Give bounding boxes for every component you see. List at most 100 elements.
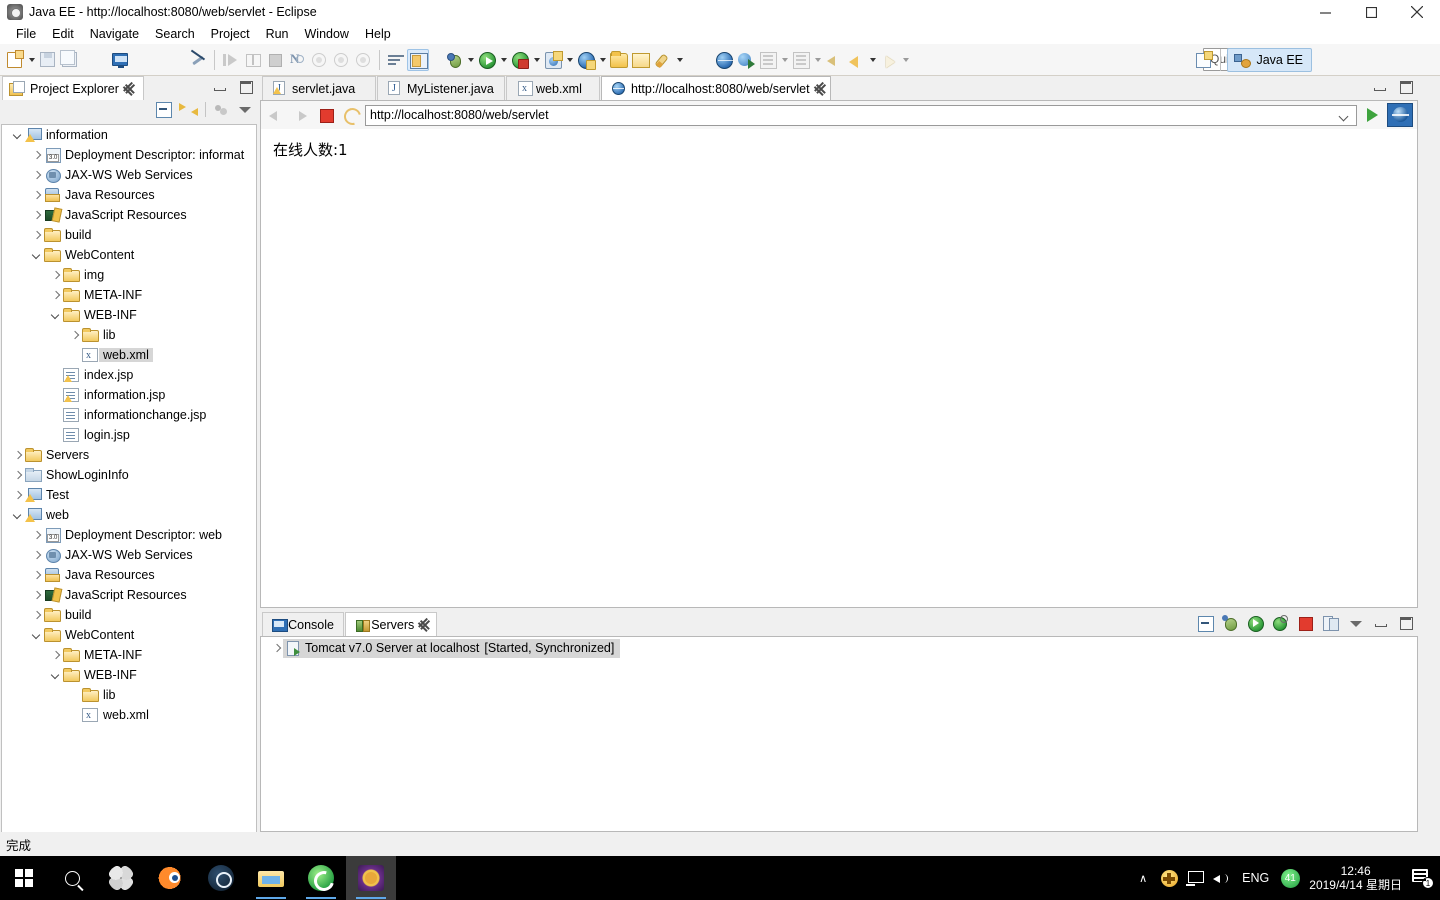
windows-start-icon[interactable]: [0, 856, 48, 900]
perspective-java-ee-button[interactable]: Java EE: [1227, 48, 1312, 72]
tree-item-information-jsp[interactable]: information.jsp: [2, 385, 256, 405]
new-icon[interactable]: [4, 49, 26, 71]
editor-tab-mylistener-java[interactable]: MyListener.java: [377, 76, 505, 100]
save-all-icon[interactable]: [59, 49, 81, 71]
chevron-right-icon[interactable]: [67, 328, 81, 342]
tree-item-img[interactable]: img: [2, 265, 256, 285]
bottom-tab-console[interactable]: Console: [262, 612, 344, 636]
steam-icon[interactable]: [196, 856, 246, 900]
chevron-right-icon[interactable]: [48, 268, 62, 282]
run-server-dropdown-icon[interactable]: [531, 49, 542, 71]
tree-item-web-xml[interactable]: web.xml: [2, 705, 256, 725]
go-icon[interactable]: [1360, 103, 1384, 127]
volume-icon[interactable]: [1208, 856, 1234, 900]
chevron-right-icon[interactable]: [10, 488, 24, 502]
tree-item-jax-ws-web-services[interactable]: JAX-WS Web Services: [2, 545, 256, 565]
tree-item-webcontent[interactable]: WebContent: [2, 625, 256, 645]
tree-item-informationchange-jsp[interactable]: informationchange.jsp: [2, 405, 256, 425]
collapse-all-icon[interactable]: [1196, 614, 1214, 632]
close-icon[interactable]: [419, 619, 427, 630]
minimize-button[interactable]: [1302, 0, 1348, 24]
next-edit-dropdown-icon[interactable]: [812, 49, 823, 71]
forward-dropdown-icon[interactable]: [900, 49, 911, 71]
close-button[interactable]: [1394, 0, 1440, 24]
chevron-right-icon[interactable]: [48, 648, 62, 662]
tree-item-javascript-resources[interactable]: JavaScript Resources: [2, 205, 256, 225]
tree-item-web-inf[interactable]: WEB-INF: [2, 665, 256, 685]
tree-item-test[interactable]: Test: [2, 485, 256, 505]
minimize-icon[interactable]: [1371, 614, 1389, 632]
back-icon[interactable]: [265, 104, 287, 126]
tree-item-lib[interactable]: lib: [2, 325, 256, 345]
chevron-right-icon[interactable]: [29, 548, 43, 562]
close-icon[interactable]: [815, 83, 821, 94]
chevron-right-icon[interactable]: [29, 528, 43, 542]
back-icon[interactable]: [845, 49, 867, 71]
last-edit-icon[interactable]: [330, 49, 352, 71]
menu-window[interactable]: Window: [297, 25, 357, 43]
chevron-right-icon[interactable]: [29, 208, 43, 222]
chevron-down-icon[interactable]: [1336, 106, 1352, 125]
maximize-icon[interactable]: [236, 78, 254, 96]
open-perspective-icon[interactable]: [1194, 50, 1214, 70]
menu-navigate[interactable]: Navigate: [82, 25, 147, 43]
minimize-icon[interactable]: [1370, 78, 1388, 96]
tree-item-web-xml[interactable]: web.xml: [2, 345, 256, 365]
tree-item-showlogininfo[interactable]: ShowLoginInfo: [2, 465, 256, 485]
fan-app-icon[interactable]: [96, 856, 146, 900]
open-web-browser-icon[interactable]: [713, 49, 735, 71]
previous-annotation-icon[interactable]: [308, 49, 330, 71]
link-with-editor-icon[interactable]: [187, 49, 209, 71]
save-icon[interactable]: [37, 49, 59, 71]
tree-item-login-jsp[interactable]: login.jsp: [2, 425, 256, 445]
next-annotation-icon[interactable]: [286, 49, 308, 71]
debug-dropdown-icon[interactable]: [465, 49, 476, 71]
chevron-right-icon[interactable]: [29, 228, 43, 242]
forward-icon[interactable]: [290, 104, 312, 126]
close-icon[interactable]: [124, 83, 135, 94]
run-server-icon[interactable]: [509, 49, 531, 71]
chevron-right-icon[interactable]: [29, 568, 43, 582]
new-web-project-icon[interactable]: [575, 49, 597, 71]
profile-server-icon[interactable]: [1271, 614, 1289, 632]
editor-tab-servlet-java[interactable]: servlet.java: [262, 76, 376, 100]
notifications-icon[interactable]: 1: [1412, 869, 1434, 889]
new-dropdown-icon[interactable]: [26, 49, 37, 71]
chevron-right-icon[interactable]: [29, 188, 43, 202]
menu-run[interactable]: Run: [258, 25, 297, 43]
previous-edit-dropdown-icon[interactable]: [779, 49, 790, 71]
debug-server-icon[interactable]: [1221, 614, 1239, 632]
previous-edit-icon[interactable]: [757, 49, 779, 71]
minimize-icon[interactable]: [210, 78, 228, 96]
url-input[interactable]: http://localhost:8080/web/servlet: [365, 104, 1357, 126]
language-indicator[interactable]: ENG: [1234, 871, 1277, 885]
menu-help[interactable]: Help: [357, 25, 399, 43]
skip-breakpoints-icon[interactable]: [352, 49, 374, 71]
clock[interactable]: 12:46 2019/4/14 星期日: [1303, 864, 1412, 892]
search-icon[interactable]: [48, 856, 96, 900]
open-type-icon[interactable]: [608, 49, 630, 71]
maximize-icon[interactable]: [1396, 614, 1414, 632]
chevron-down-icon[interactable]: [29, 248, 43, 262]
focus-icon[interactable]: [213, 101, 230, 118]
back-dropdown-icon[interactable]: [867, 49, 878, 71]
chevron-down-icon[interactable]: [48, 308, 62, 322]
edge-browser-icon[interactable]: [296, 856, 346, 900]
project-tree[interactable]: information Deployment Descriptor: inform…: [1, 124, 257, 890]
back-history-icon[interactable]: [823, 49, 845, 71]
tree-item-lib[interactable]: lib: [2, 685, 256, 705]
chevron-right-icon[interactable]: [269, 641, 283, 655]
maximize-icon[interactable]: [1396, 78, 1414, 96]
collapse-all-icon[interactable]: [155, 101, 172, 118]
status-badge[interactable]: 41: [1277, 856, 1303, 900]
editor-tab-web-xml[interactable]: web.xml: [506, 76, 600, 100]
chevron-right-icon[interactable]: [29, 608, 43, 622]
chevron-right-icon[interactable]: [29, 168, 43, 182]
run-dropdown-icon[interactable]: [498, 49, 509, 71]
chevron-up-icon[interactable]: ∧: [1130, 856, 1156, 900]
blender-icon[interactable]: [146, 856, 196, 900]
monitor-icon[interactable]: [109, 49, 131, 71]
new-server-icon[interactable]: [542, 49, 564, 71]
tree-item-index-jsp[interactable]: index.jsp: [2, 365, 256, 385]
tree-item-java-resources[interactable]: Java Resources: [2, 185, 256, 205]
